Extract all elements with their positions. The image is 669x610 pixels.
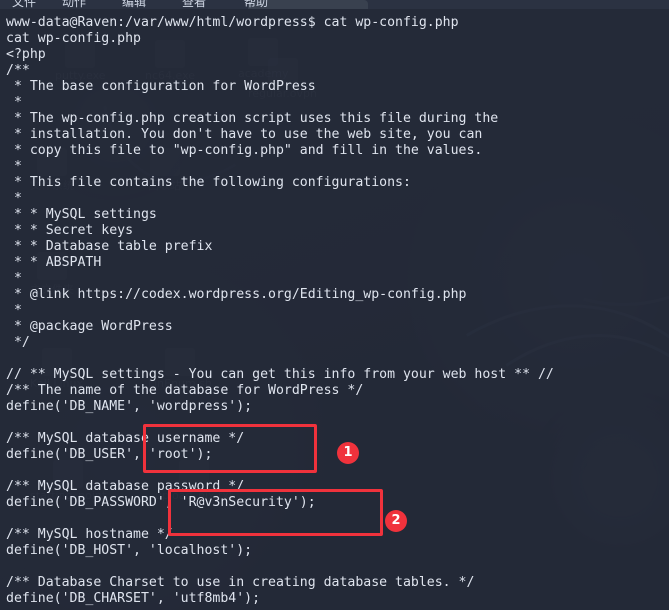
screenshot-root: putty.exenc64.exeacademyregular.ovpn文件系统… bbox=[0, 0, 669, 610]
terminal-line: * @package WordPress bbox=[6, 319, 173, 334]
terminal-line: define('DB_NAME', 'wordpress'); bbox=[6, 399, 253, 414]
terminal-line: * * ABSPATH bbox=[6, 255, 102, 270]
terminal-line: * bbox=[6, 191, 22, 206]
window-menubar[interactable]: 文件 动作 编辑 查看 帮助 bbox=[0, 0, 669, 9]
terminal-line: cat wp-config.php bbox=[6, 31, 141, 46]
terminal-line: * @link https://codex.wordpress.org/Edit… bbox=[6, 287, 467, 302]
menu-item-edit[interactable]: 编辑 bbox=[122, 0, 146, 9]
terminal-line: * * Database table prefix bbox=[6, 239, 213, 254]
menu-item-help[interactable]: 帮助 bbox=[244, 0, 268, 9]
terminal-output: www-data@Raven:/var/www/html/wordpress$ … bbox=[6, 15, 669, 607]
terminal-line: <?php bbox=[6, 47, 46, 62]
terminal-line: * bbox=[6, 271, 22, 286]
menu-item-view[interactable]: 查看 bbox=[182, 0, 206, 9]
terminal-line: * copy this file to "wp-config.php" and … bbox=[6, 143, 483, 158]
terminal-line: * * MySQL settings bbox=[6, 207, 157, 222]
terminal-line: www-data@Raven:/var/www/html/wordpress$ … bbox=[6, 15, 459, 30]
terminal-line: define('DB_CHARSET', 'utf8mb4'); bbox=[6, 591, 261, 606]
terminal-line: // ** MySQL settings - You can get this … bbox=[6, 367, 554, 382]
terminal-line: * This file contains the following confi… bbox=[6, 175, 411, 190]
terminal-line: /** MySQL database username */ bbox=[6, 431, 245, 446]
menu-item-file[interactable]: 文件 bbox=[12, 0, 36, 9]
terminal-line: define('DB_PASSWORD', 'R@v3nSecurity'); bbox=[6, 495, 316, 510]
terminal-line: /** MySQL hostname */ bbox=[6, 527, 173, 542]
terminal-line: * bbox=[6, 95, 22, 110]
terminal-line: * The base configuration for WordPress bbox=[6, 79, 316, 94]
terminal-window[interactable]: www-data@Raven:/var/www/html/wordpress$ … bbox=[0, 9, 669, 610]
terminal-line: * The wp-config.php creation script uses… bbox=[6, 111, 499, 126]
terminal-line: /** The name of the database for WordPre… bbox=[6, 383, 364, 398]
terminal-line: * installation. You don't have to use th… bbox=[6, 127, 483, 142]
terminal-line: define('DB_USER', 'root'); bbox=[6, 447, 213, 462]
terminal-line: * bbox=[6, 159, 22, 174]
menu-item-actions[interactable]: 动作 bbox=[62, 0, 86, 9]
terminal-line: /** bbox=[6, 63, 30, 78]
terminal-line: /** MySQL database password */ bbox=[6, 479, 245, 494]
terminal-line: */ bbox=[6, 335, 30, 350]
terminal-line: * * Secret keys bbox=[6, 223, 134, 238]
terminal-line: /** Database Charset to use in creating … bbox=[6, 575, 475, 590]
terminal-line: define('DB_HOST', 'localhost'); bbox=[6, 543, 253, 558]
terminal-line: * bbox=[6, 303, 22, 318]
